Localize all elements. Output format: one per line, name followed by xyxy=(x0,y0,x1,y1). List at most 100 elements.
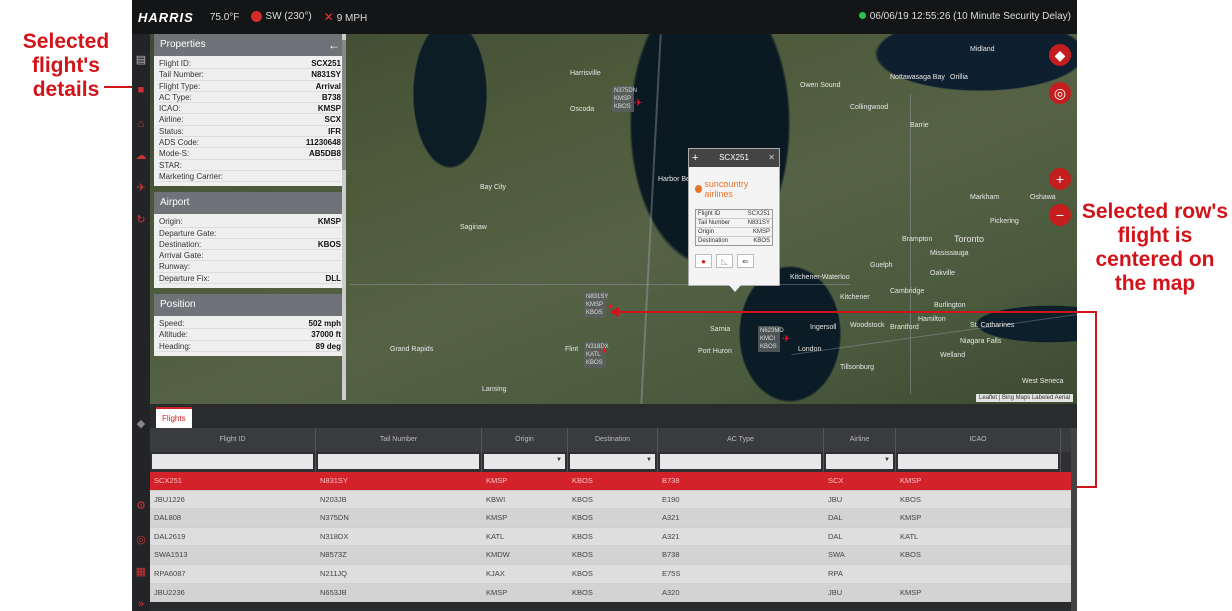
prop-key: Marketing Carrier: xyxy=(159,171,224,181)
location-icon[interactable]: ◎ xyxy=(135,534,147,546)
filter-input[interactable] xyxy=(318,454,479,469)
column-header[interactable]: Origin xyxy=(482,428,568,452)
expand-icon[interactable]: » xyxy=(135,598,147,610)
table-row[interactable]: DAL808 N375DN KMSP KBOS A321 DAL KMSP xyxy=(150,509,1077,528)
map-label: Lansing xyxy=(482,386,507,393)
track-button[interactable]: ⇐ xyxy=(737,254,754,268)
map-label: Tillsonburg xyxy=(840,364,874,371)
prop-key: Flight ID: xyxy=(159,59,192,68)
plane-marker-icon[interactable]: ✈ xyxy=(600,347,608,357)
prop-row: Speed: 502 mph xyxy=(159,318,341,330)
grid-scrollbar[interactable] xyxy=(1071,428,1077,611)
compass-button[interactable]: ◆ xyxy=(1049,44,1071,66)
table-row-selected[interactable]: SCX251 N831SY KMSP KBOS B738 SCX KMSP xyxy=(150,472,1077,491)
filter-select[interactable]: ▼ xyxy=(484,454,565,469)
popup-close-icon[interactable]: ✕ xyxy=(768,149,775,167)
table-cell: RPA6087 xyxy=(154,568,186,578)
map-attribution[interactable]: Leaflet | Bing Maps Labeled Aerial xyxy=(976,394,1073,402)
home-icon[interactable]: ⌂ xyxy=(135,118,147,130)
table-cell: KBOS xyxy=(900,494,921,504)
map-label: Oscoda xyxy=(570,106,595,113)
document-icon[interactable]: ▤ xyxy=(135,54,147,66)
record-button[interactable]: ● xyxy=(695,254,712,268)
column-header[interactable]: AC Type xyxy=(658,428,824,452)
prop-row: Airline: SCX xyxy=(159,114,341,126)
zoom-out-button[interactable]: − xyxy=(1049,204,1071,226)
map-label: Sarnia xyxy=(710,326,731,333)
table-cell: E75S xyxy=(662,568,681,578)
prop-value: KBOS xyxy=(317,239,341,249)
table-row[interactable]: JBU1226 N203JB KBWI KBOS E190 JBU KBOS xyxy=(150,490,1077,510)
table-cell: SWA xyxy=(828,550,845,560)
plane-icon[interactable]: ✈ xyxy=(135,182,147,194)
prop-row: Destination: KBOS xyxy=(159,239,341,251)
map-label: Markham xyxy=(970,194,1000,201)
table-cell: KJAX xyxy=(486,568,505,578)
top-bar: HARRIS 75.0°F SW (230°) ✕ 9 MPH 06/06/19 … xyxy=(132,0,1077,34)
filter-select[interactable]: ▼ xyxy=(570,454,655,469)
calendar-icon[interactable]: ▦ xyxy=(135,566,147,578)
column-header[interactable]: ICAO xyxy=(896,428,1061,452)
table-row[interactable]: SWA1513 N8573Z KMDW KBOS B738 SWA KBOS xyxy=(150,546,1077,565)
popup-row: Origin KMSP xyxy=(696,228,772,237)
table-cell: JBU xyxy=(828,587,843,597)
gear-icon[interactable]: ⚙ xyxy=(135,500,147,512)
column-header[interactable]: Tail Number xyxy=(316,428,482,452)
filter-select[interactable]: ▼ xyxy=(826,454,893,469)
table-row[interactable]: RPA6087 N211JQ KJAX KBOS E75S RPA xyxy=(150,564,1077,584)
prop-value: AB5DB8 xyxy=(308,149,341,159)
shield-icon[interactable]: ◆ xyxy=(135,418,147,430)
column-header[interactable]: Airline xyxy=(824,428,896,452)
map-label: West Seneca xyxy=(1022,378,1064,385)
popup-row: Flight ID SCX251 xyxy=(696,210,772,219)
popup-expand-icon[interactable]: + xyxy=(692,149,698,167)
popup-key: Tail Number xyxy=(698,220,731,226)
table-cell: KMSP xyxy=(486,587,508,597)
prop-key: ADS Code: xyxy=(159,138,200,148)
locate-button[interactable]: ◎ xyxy=(1049,82,1071,104)
weather-strip: 75.0°F SW (230°) ✕ 9 MPH xyxy=(210,10,367,24)
map-label: Midland xyxy=(970,46,995,53)
filter-input[interactable] xyxy=(898,454,1058,469)
table-cell: KMSP xyxy=(900,513,922,523)
report-icon[interactable]: ■ xyxy=(135,84,147,96)
flight-tag[interactable]: N623MD KMCI KBOS xyxy=(758,326,784,352)
properties-scrollbar[interactable] xyxy=(342,34,346,400)
prop-row: Mode-S: AB5DB8 xyxy=(159,148,341,160)
table-header: Flight ID Tail Number Origin Destination… xyxy=(150,428,1077,452)
refresh-icon[interactable]: ↻ xyxy=(135,214,147,226)
prop-value: KMSP xyxy=(317,104,341,114)
prop-row: Arrival Gate: xyxy=(159,250,341,262)
zoom-in-button[interactable]: + xyxy=(1049,168,1071,190)
annotation-line-row xyxy=(1077,486,1097,488)
table-row[interactable]: DAL2619 N318DX KATL KBOS A321 DAL KATL xyxy=(150,527,1077,547)
plane-marker-icon[interactable]: ✈ xyxy=(634,99,642,109)
map-label: Pickering xyxy=(990,218,1019,225)
table-row[interactable]: JBU2236 N653JB KMSP KBOS A320 JBU KMSP xyxy=(150,583,1077,603)
back-arrow-icon[interactable]: ← xyxy=(328,34,340,56)
prop-value: B738 xyxy=(321,92,341,102)
table-cell: N375DN xyxy=(320,513,349,523)
cloud-icon[interactable]: ☁ xyxy=(135,150,147,162)
table-cell: KBOS xyxy=(572,476,593,485)
prop-key: Arrival Gate: xyxy=(159,251,204,261)
flight-tag-selected[interactable]: N831SY KMSP KBOS xyxy=(584,292,608,318)
route-button[interactable]: ◺ xyxy=(716,254,733,268)
tab-flights[interactable]: Flights xyxy=(156,407,192,428)
map-label: Orillia xyxy=(950,74,968,81)
dropdown-arrow-icon: ▼ xyxy=(646,457,652,463)
popup-key: Origin xyxy=(698,229,715,235)
prop-value: Arrival xyxy=(315,81,341,91)
column-header[interactable]: Flight ID xyxy=(150,428,316,452)
flight-popup[interactable]: + SCX251 ✕ suncountry airlines Flight ID… xyxy=(688,148,780,292)
prop-row: Runway: xyxy=(159,261,341,273)
flight-tag[interactable]: N375DN KMSP KBOS xyxy=(612,86,637,112)
filter-input[interactable] xyxy=(660,454,821,469)
plane-marker-icon[interactable]: ✈ xyxy=(782,335,790,345)
filter-input[interactable] xyxy=(152,454,313,469)
map-label: Oakville xyxy=(930,270,955,277)
column-header[interactable]: Destination xyxy=(568,428,658,452)
map-label: Burlington xyxy=(934,302,966,309)
filter-cell: ▼ xyxy=(482,452,568,472)
table-cell: KBOS xyxy=(572,531,593,541)
